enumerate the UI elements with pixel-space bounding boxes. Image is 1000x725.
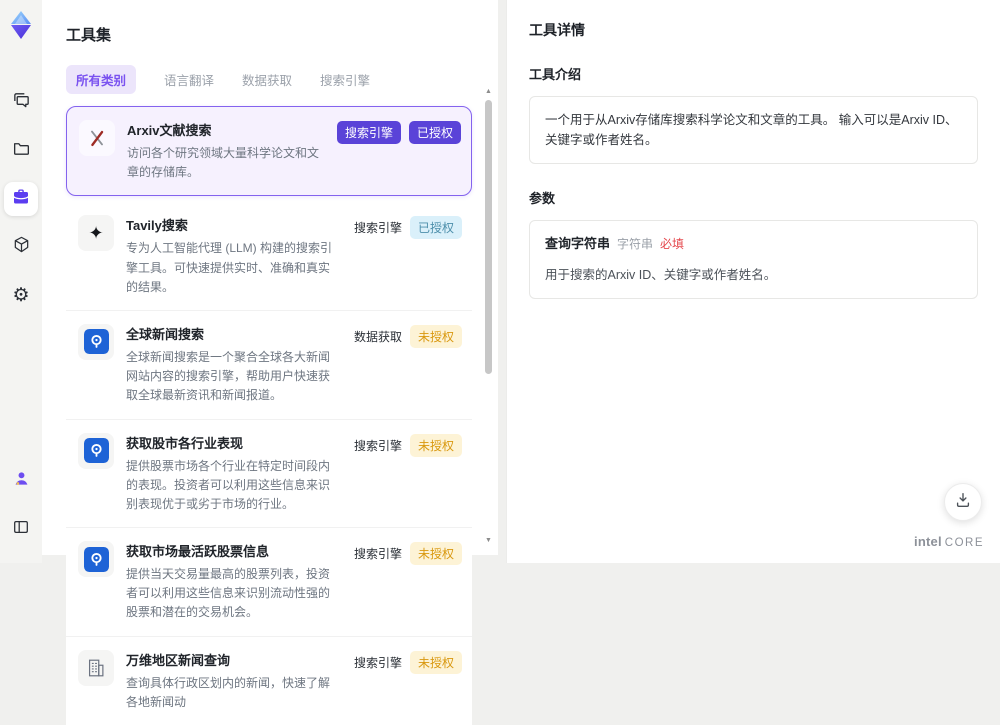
auth-status-badge: 已授权: [408, 121, 461, 144]
panel-split-icon: [12, 518, 30, 541]
scroll-down-icon[interactable]: ▼: [484, 537, 493, 545]
scrollbar-thumb[interactable]: [485, 100, 492, 375]
brand-intel-text: intel: [914, 534, 942, 549]
tool-name: Tavily搜索: [126, 218, 188, 234]
category-badge: 搜索引擎: [336, 121, 401, 144]
auth-status-badge: 未授权: [409, 650, 462, 674]
scroll-up-icon[interactable]: ▲: [484, 88, 493, 96]
tool-item-most-active-stocks[interactable]: 获取市场最活跃股票信息 提供当天交易量最高的股票列表，投资者可以利用这些信息来识…: [66, 528, 472, 637]
tool-list: Arxiv文献搜索 访问各个研究领域大量科学论文和文章的存储库。 搜索引擎 已授…: [42, 104, 498, 725]
tool-name: Arxiv文献搜索: [127, 123, 212, 138]
news-search-icon: [78, 541, 114, 578]
news-search-icon: [78, 432, 114, 469]
chat-icon: [12, 91, 31, 115]
sidebar-item-tools[interactable]: [4, 182, 38, 216]
cube-icon: [12, 235, 31, 259]
tavily-icon: ✦: [78, 215, 114, 252]
param-name: 查询字符串: [545, 236, 611, 251]
page-title: 工具集: [66, 27, 112, 44]
brand-core-text: CORE: [944, 537, 984, 549]
sidebar-item-chat[interactable]: [4, 86, 38, 120]
category-label: 搜索引擎: [353, 547, 402, 562]
param-required-badge: 必填: [660, 237, 685, 251]
tool-item-regional-news[interactable]: 万维地区新闻查询 查询具体行政区划内的新闻，快速了解各地新闻动 搜索引擎 未授权: [66, 636, 472, 725]
tool-description: 全球新闻搜索是一个聚合全球各大新闻网站内容的搜索引擎，帮助用户快速获取全球最新资…: [126, 349, 331, 403]
download-icon: [954, 491, 972, 514]
category-label: 搜索引擎: [353, 438, 402, 453]
tool-list-panel: 工具集 所有类别 语言翻译 数据获取 搜索引擎 Arxiv文献搜索 访问各个研究…: [42, 0, 498, 725]
sidebar-item-files[interactable]: [4, 134, 38, 168]
folder-icon: [12, 139, 31, 163]
sidebar-item-packages[interactable]: [4, 230, 38, 264]
left-rail: ⚙: [0, 0, 42, 563]
tab-language-translation[interactable]: 语言翻译: [164, 65, 214, 94]
intel-core-logo: intel CORE: [914, 534, 984, 549]
params-heading: 参数: [529, 191, 556, 206]
tab-search-engine[interactable]: 搜索引擎: [320, 65, 370, 94]
tool-name: 获取市场最活跃股票信息: [126, 544, 270, 560]
auth-status-badge: 未授权: [409, 433, 462, 457]
tool-description: 查询具体行政区划内的新闻，快速了解各地新闻动: [126, 675, 331, 709]
tool-item-global-news[interactable]: 全球新闻搜索 全球新闻搜索是一个聚合全球各大新闻网站内容的搜索引擎，帮助用户快速…: [66, 310, 472, 420]
tool-details-panel: 工具详情 工具介绍 一个用于从Arxiv存储库搜索科学论文和文章的工具。 输入可…: [506, 0, 1000, 563]
tool-name: 万维地区新闻查询: [126, 652, 231, 668]
sidebar-item-settings[interactable]: ⚙: [4, 278, 38, 312]
user-avatar[interactable]: [4, 464, 38, 498]
building-icon: [78, 649, 114, 686]
param-description: 用于搜索的Arxiv ID、关键字或作者姓名。: [545, 267, 777, 282]
auth-status-badge: 已授权: [409, 216, 462, 240]
tool-name: 全球新闻搜索: [126, 326, 205, 342]
tool-description: 专为人工智能代理 (LLM) 构建的搜索引擎工具。可快速提供实时、准确和真实的结…: [126, 241, 333, 294]
tool-description: 提供当天交易量最高的股票列表，投资者可以利用这些信息来识别流动性强的股票和潜在的…: [126, 567, 331, 620]
param-type: 字符串: [617, 237, 654, 251]
parameter-box: 查询字符串 字符串 必填 用于搜索的Arxiv ID、关键字或作者姓名。: [529, 220, 978, 299]
list-scrollbar[interactable]: ▲ ▼: [484, 88, 493, 545]
gear-icon: ⚙: [12, 284, 30, 306]
category-label: 数据获取: [353, 329, 402, 344]
category-label: 搜索引擎: [353, 655, 402, 670]
auth-status-badge: 未授权: [409, 324, 462, 348]
intro-heading: 工具介绍: [529, 67, 582, 82]
arxiv-icon: [79, 120, 115, 156]
category-tabs: 所有类别 语言翻译 数据获取 搜索引擎: [66, 65, 498, 94]
news-search-icon: [78, 323, 114, 360]
collapse-panel-button[interactable]: [4, 512, 38, 546]
person-icon: [12, 469, 31, 493]
tool-description: 提供股票市场各个行业在特定时间段内的表现。投资者可以利用这些信息来识别表现优于或…: [126, 458, 331, 511]
category-label: 搜索引擎: [353, 221, 402, 236]
app-logo-icon: [8, 10, 34, 45]
tool-description: 访问各个研究领域大量科学论文和文章的存储库。: [127, 146, 320, 180]
tool-name: 获取股市各行业表现: [126, 435, 244, 451]
tool-item-sector-performance[interactable]: 获取股市各行业表现 提供股票市场各个行业在特定时间段内的表现。投资者可以利用这些…: [66, 419, 472, 529]
download-button[interactable]: [944, 483, 982, 521]
tool-intro-box: 一个用于从Arxiv存储库搜索科学论文和文章的工具。 输入可以是Arxiv ID…: [529, 96, 978, 164]
tool-item-arxiv[interactable]: Arxiv文献搜索 访问各个研究领域大量科学论文和文章的存储库。 搜索引擎 已授…: [66, 106, 472, 197]
details-title: 工具详情: [529, 22, 585, 38]
tab-data-fetching[interactable]: 数据获取: [242, 65, 292, 94]
briefcase-icon: [11, 187, 31, 212]
tool-item-tavily[interactable]: ✦ Tavily搜索 专为人工智能代理 (LLM) 构建的搜索引擎工具。可快速提…: [66, 202, 472, 311]
tab-all-categories[interactable]: 所有类别: [66, 65, 137, 94]
auth-status-badge: 未授权: [409, 542, 462, 566]
tool-intro-text: 一个用于从Arxiv存储库搜索科学论文和文章的工具。 输入可以是Arxiv ID…: [545, 113, 958, 147]
